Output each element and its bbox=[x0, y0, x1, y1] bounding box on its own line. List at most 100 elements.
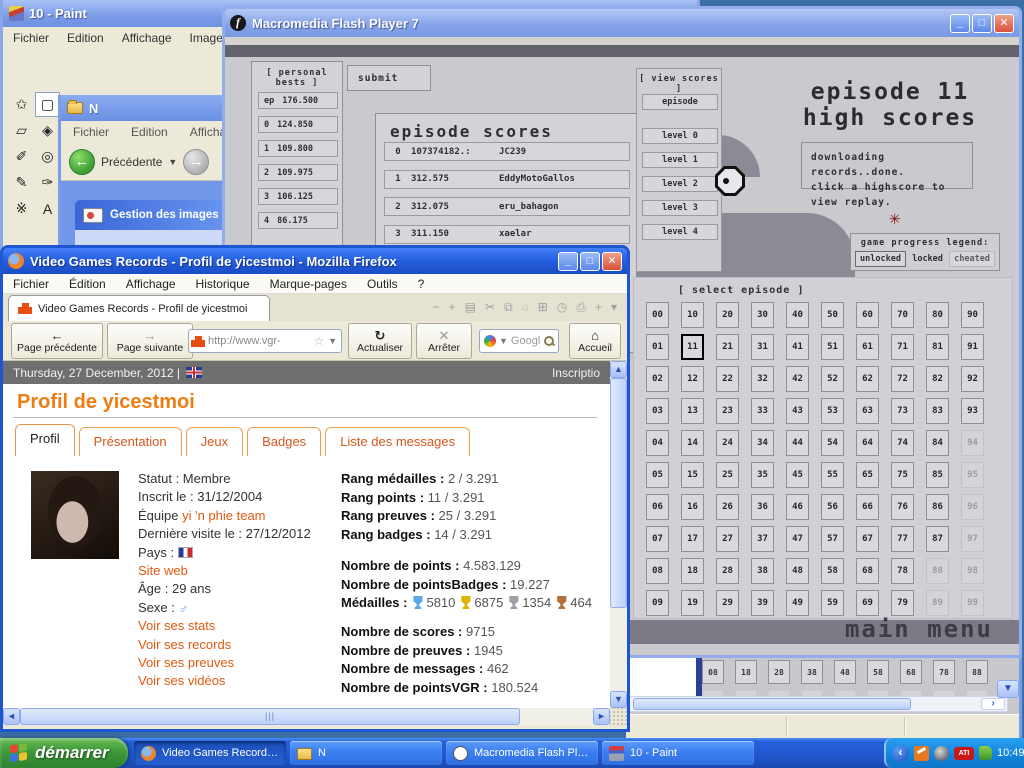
url-bar[interactable]: http://www.vgr- ☆ ▼ bbox=[188, 329, 342, 353]
toolbar-icon[interactable]: + bbox=[595, 300, 602, 315]
episode-cell[interactable]: 11 bbox=[681, 334, 704, 360]
episode-cell[interactable]: 58 bbox=[867, 660, 889, 684]
episode-cell[interactable]: 12 bbox=[681, 366, 704, 392]
back-button[interactable]: ← Page précédente bbox=[11, 323, 103, 359]
episode-cell[interactable]: 08 bbox=[646, 558, 669, 584]
episode-cell[interactable]: 50 bbox=[821, 302, 844, 328]
episode-cell[interactable]: 36 bbox=[751, 494, 774, 520]
episode-cell[interactable]: 79 bbox=[891, 590, 914, 616]
episode-cell[interactable]: 38 bbox=[801, 660, 823, 684]
episode-cell[interactable]: 00 bbox=[646, 302, 669, 328]
ati-tray-icon[interactable]: ATI bbox=[954, 747, 974, 760]
forward-button[interactable]: → Page suivante bbox=[107, 323, 193, 359]
episode-cell[interactable]: 31 bbox=[751, 334, 774, 360]
inscription-link[interactable]: Inscriptio bbox=[552, 366, 600, 380]
episode-cell[interactable]: 70 bbox=[891, 302, 914, 328]
episode-cell[interactable]: 10 bbox=[681, 302, 704, 328]
close-button[interactable]: ✕ bbox=[994, 14, 1014, 33]
task-button[interactable]: N bbox=[290, 741, 442, 765]
episode-cell[interactable]: 89 bbox=[926, 590, 949, 616]
firefox-titlebar[interactable]: Video Games Records - Profil de yicestmo… bbox=[3, 248, 627, 274]
episode-cell[interactable]: 60 bbox=[856, 302, 879, 328]
episode-cell[interactable]: 18 bbox=[735, 660, 757, 684]
episode-cell[interactable]: 74 bbox=[891, 430, 914, 456]
paint-menu-item[interactable]: Fichier bbox=[13, 31, 49, 45]
chevron-down-icon[interactable]: ▼ bbox=[168, 157, 177, 167]
episode-cell[interactable]: 28 bbox=[716, 558, 739, 584]
personal-best-row[interactable]: ep 176.500 bbox=[258, 92, 338, 109]
episode-cell[interactable]: 81 bbox=[926, 334, 949, 360]
episode-score-row[interactable]: 0 107374182.: JC239 bbox=[384, 142, 630, 161]
episode-cell[interactable]: 59 bbox=[821, 590, 844, 616]
scroll-right-icon[interactable]: › bbox=[981, 698, 1005, 710]
episode-cell[interactable]: 21 bbox=[716, 334, 739, 360]
episode-cell[interactable]: 71 bbox=[891, 334, 914, 360]
maximize-button[interactable]: □ bbox=[580, 252, 600, 271]
episode-cell[interactable]: 52 bbox=[821, 366, 844, 392]
episode-cell[interactable]: 66 bbox=[856, 494, 879, 520]
episode-cell[interactable]: 85 bbox=[926, 462, 949, 488]
episode-score-row[interactable]: 2 312.075 eru_bahagon bbox=[384, 197, 630, 216]
episode-cell[interactable]: 27 bbox=[716, 526, 739, 552]
refresh-button[interactable]: ↻ Actualiser bbox=[348, 323, 412, 359]
toolbar-icon[interactable]: ⧉ bbox=[504, 300, 513, 315]
scroll-up-icon[interactable]: ▲ bbox=[610, 361, 627, 378]
episode-cell[interactable]: 94 bbox=[961, 430, 984, 456]
vertical-scrollbar[interactable]: ▲ ▼ bbox=[610, 361, 627, 708]
toolbar-icon[interactable]: ▤ bbox=[465, 300, 476, 315]
task-button[interactable]: Video Games Records... bbox=[134, 741, 286, 765]
utility-tray-icon[interactable] bbox=[934, 746, 949, 761]
uk-flag-icon[interactable] bbox=[186, 367, 202, 378]
episode-cell[interactable]: 92 bbox=[961, 366, 984, 392]
episode-cell[interactable]: 93 bbox=[961, 398, 984, 424]
episode-cell[interactable]: 90 bbox=[961, 302, 984, 328]
episode-cell[interactable]: 57 bbox=[821, 526, 844, 552]
episode-cell[interactable]: 37 bbox=[751, 526, 774, 552]
horizontal-scrollbar[interactable]: ◄ ||| ► bbox=[3, 708, 627, 725]
view-scores-button[interactable]: level 3 bbox=[642, 200, 718, 216]
profile-link[interactable]: Site web bbox=[138, 563, 188, 578]
episode-cell[interactable]: 44 bbox=[786, 430, 809, 456]
episode-score-row[interactable]: 3 311.150 xaelar bbox=[384, 225, 630, 244]
toolbar-icon[interactable]: ◌ bbox=[522, 300, 529, 315]
episode-cell[interactable]: 17 bbox=[681, 526, 704, 552]
episode-cell[interactable]: 25 bbox=[716, 462, 739, 488]
episode-cell[interactable]: 95 bbox=[961, 462, 984, 488]
search-input[interactable]: ▼ Googl bbox=[479, 329, 559, 353]
episode-cell[interactable]: 68 bbox=[856, 558, 879, 584]
view-scores-button[interactable]: level 1 bbox=[642, 152, 718, 168]
episode-cell[interactable]: 34 bbox=[751, 430, 774, 456]
episode-cell[interactable]: 22 bbox=[716, 366, 739, 392]
toolbar-icon[interactable]: ⎙ bbox=[576, 300, 586, 315]
scroll-left-icon[interactable]: ◄ bbox=[3, 708, 20, 725]
episode-cell[interactable]: 40 bbox=[786, 302, 809, 328]
episode-cell[interactable]: 51 bbox=[821, 334, 844, 360]
episode-cell[interactable]: 01 bbox=[646, 334, 669, 360]
episode-cell[interactable]: 77 bbox=[891, 526, 914, 552]
paint-tool[interactable]: ▢ bbox=[35, 92, 60, 117]
episode-cell[interactable]: 83 bbox=[926, 398, 949, 424]
firefox-menu-item[interactable]: ? bbox=[418, 277, 425, 291]
episode-cell[interactable]: 35 bbox=[751, 462, 774, 488]
personal-best-row[interactable]: 3 106.125 bbox=[258, 188, 338, 205]
resize-grip[interactable] bbox=[610, 708, 627, 725]
toolbar-icon[interactable]: ◷ bbox=[557, 300, 567, 315]
view-scores-button[interactable]: level 4 bbox=[642, 224, 718, 240]
paint-tool[interactable]: ◈ bbox=[35, 118, 60, 143]
hide-icons-icon[interactable]: ‹ bbox=[892, 745, 909, 762]
firefox-menu-item[interactable]: Outils bbox=[367, 277, 398, 291]
firefox-menu-item[interactable]: Marque-pages bbox=[270, 277, 347, 291]
episode-cell[interactable]: 75 bbox=[891, 462, 914, 488]
episode-cell[interactable]: 09 bbox=[646, 590, 669, 616]
profile-link[interactable]: Voir ses stats bbox=[138, 618, 215, 633]
episode-cell[interactable]: 04 bbox=[646, 430, 669, 456]
profile-tab[interactable]: Liste des messages bbox=[325, 427, 470, 456]
firefox-menu-item[interactable]: Affichage bbox=[126, 277, 176, 291]
episode-cell[interactable]: 48 bbox=[834, 660, 856, 684]
profile-tab[interactable]: Profil bbox=[15, 424, 75, 456]
episode-cell[interactable]: 41 bbox=[786, 334, 809, 360]
profile-tab[interactable]: Badges bbox=[247, 427, 321, 456]
firefox-menu-item[interactable]: Fichier bbox=[13, 277, 49, 291]
scrollbar-thumb[interactable]: ||| bbox=[20, 708, 520, 725]
episode-cell[interactable]: 55 bbox=[821, 462, 844, 488]
